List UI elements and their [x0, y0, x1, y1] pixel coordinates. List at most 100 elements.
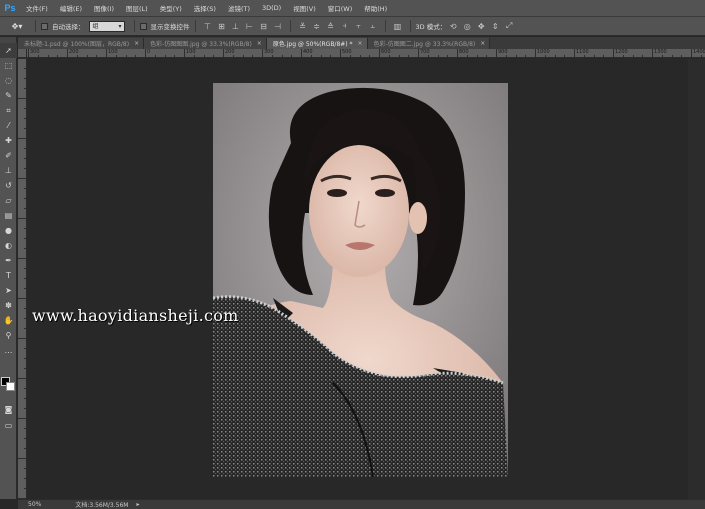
ruler-minor-tick	[427, 55, 429, 57]
doc-info[interactable]: 文档:3.56M/3.56M	[75, 500, 128, 509]
eraser-icon[interactable]: ▱	[0, 193, 17, 208]
align-top-icon[interactable]: ⊤	[201, 21, 215, 32]
close-icon[interactable]: ×	[134, 40, 139, 47]
move-icon[interactable]: ➚	[0, 43, 17, 58]
ruler-vertical[interactable]	[18, 58, 27, 499]
ruler-tick	[24, 78, 26, 79]
align-left-icon[interactable]: ⊢	[243, 21, 257, 32]
close-icon[interactable]: ×	[480, 40, 485, 47]
ruler-minor-tick	[310, 55, 312, 57]
canvas-workspace[interactable]: www.haoyidiansheji.com	[28, 59, 705, 499]
ruler-minor-tick	[486, 55, 488, 57]
menu-image[interactable]: 图像(I)	[88, 3, 120, 13]
tab-document-2[interactable]: 色彩-仿图图图.jpg @ 33.3%(RGB/8) ×	[144, 38, 267, 49]
align-bottom-icon[interactable]: ⊥	[229, 21, 243, 32]
menu-window[interactable]: 窗口(W)	[322, 3, 359, 13]
auto-select-checkbox[interactable]	[41, 22, 48, 30]
extra-tools-icon[interactable]: …	[0, 343, 17, 358]
clone-stamp-icon[interactable]: ⊥	[0, 163, 17, 178]
screen-mode-icon[interactable]: ▭	[0, 418, 17, 433]
hand-icon[interactable]: ✋	[0, 313, 17, 328]
quick-select-icon[interactable]: ✎	[0, 88, 17, 103]
distribute-bottom-icon[interactable]: ≙	[324, 21, 338, 32]
menu-help[interactable]: 帮助(H)	[358, 3, 393, 13]
ruler-tick	[18, 58, 26, 59]
distribute-vcenter-icon[interactable]: ≑	[310, 21, 324, 32]
ruler-minor-tick	[544, 55, 546, 57]
menu-edit[interactable]: 编辑(E)	[54, 3, 88, 13]
move-tool-preset-icon[interactable]: ✥▾	[4, 20, 30, 33]
ruler-tick	[24, 228, 26, 229]
align-hcenter-icon[interactable]: ⊟	[257, 21, 271, 32]
eyedropper-icon[interactable]: ⁄	[0, 118, 17, 133]
type-icon[interactable]: T	[0, 268, 17, 283]
3d-roll-icon[interactable]: ◎	[460, 21, 474, 32]
divider	[289, 20, 291, 32]
pen-icon[interactable]: ✒	[0, 253, 17, 268]
menu-3d[interactable]: 3D(D)	[256, 4, 287, 12]
ruler-tick	[24, 328, 26, 329]
ruler-horizontal[interactable]: 300 200 100 0 100 200 300 400 500 600 700 800 900 100…	[27, 49, 705, 58]
lasso-icon[interactable]: ◌	[0, 73, 17, 88]
dodge-icon[interactable]: ◐	[0, 238, 17, 253]
blur-icon[interactable]: ●	[0, 223, 17, 238]
ruler-corner[interactable]	[18, 49, 27, 58]
status-menu-arrow-icon[interactable]: ▸	[136, 501, 139, 508]
show-transform-checkbox[interactable]	[139, 22, 147, 30]
3d-scale-icon[interactable]: ⤢	[502, 21, 516, 32]
zoom-level[interactable]: 50%	[28, 501, 41, 508]
ruler-minor-tick	[583, 55, 585, 57]
divider	[35, 20, 36, 32]
menu-file[interactable]: 文件(F)	[20, 3, 54, 13]
auto-select-dropdown[interactable]: 组	[88, 20, 125, 32]
ruler-label: 1200	[615, 49, 628, 55]
ruler-minor-tick	[622, 55, 624, 57]
tab-label: 色彩-仿图图二.jpg @ 33.3%(RGB/8)	[373, 41, 476, 48]
ruler-minor-tick	[476, 55, 478, 57]
history-brush-icon[interactable]: ↺	[0, 178, 17, 193]
tab-document-1[interactable]: 未标题-1.psd @ 100%(图层，RGB/8) ×	[18, 38, 145, 49]
status-bar: 50% 文档:3.56M/3.56M ▸	[18, 499, 705, 509]
align-right-icon[interactable]: ⊣	[271, 21, 285, 32]
gradient-icon[interactable]: ▤	[0, 208, 17, 223]
brush-icon[interactable]: ✐	[0, 148, 17, 163]
quick-mask-icon[interactable]: ◙	[0, 402, 17, 417]
ruler-minor-tick	[232, 55, 234, 57]
align-vcenter-icon[interactable]: ⊞	[215, 21, 229, 32]
distribute-hcenter-icon[interactable]: ⫟	[352, 21, 366, 32]
menu-filter[interactable]: 滤镜(T)	[222, 3, 256, 13]
3d-drag-icon[interactable]: ✥	[474, 21, 488, 32]
path-select-icon[interactable]: ➤	[0, 283, 17, 298]
toolbox: ➚ ⬚ ◌ ✎ ⌗ ⁄ ✚ ✐ ⊥ ↺ ▱ ▤ ● ◐ ✒ T ➤ ✽ ✋ ⚲ …	[0, 37, 17, 499]
shape-icon[interactable]: ✽	[0, 298, 17, 313]
auto-align-icon[interactable]: ▥	[391, 21, 405, 32]
ruler-tick	[24, 368, 26, 369]
close-icon[interactable]: ×	[358, 40, 363, 47]
ruler-minor-tick	[700, 55, 702, 57]
distribute-left-icon[interactable]: ⫞	[338, 21, 352, 32]
background-color-swatch[interactable]	[6, 382, 15, 391]
tab-document-4[interactable]: 色彩-仿图图二.jpg @ 33.3%(RGB/8) ×	[367, 38, 491, 49]
ruler-minor-tick	[320, 55, 322, 57]
menu-layer[interactable]: 图层(L)	[120, 3, 154, 13]
ruler-minor-tick	[330, 55, 332, 57]
menu-type[interactable]: 类型(Y)	[154, 3, 188, 13]
menu-view[interactable]: 视图(V)	[287, 3, 322, 13]
ruler-tick	[24, 468, 26, 469]
3d-rotate-icon[interactable]: ⟲	[446, 21, 460, 32]
crop-icon[interactable]: ⌗	[0, 103, 17, 118]
tab-document-active[interactable]: 原色.jpg @ 50%(RGB/8#) * ×	[266, 38, 368, 49]
3d-slide-icon[interactable]: ⇕	[488, 21, 502, 32]
marquee-icon[interactable]: ⬚	[0, 58, 17, 73]
ruler-minor-tick	[466, 55, 468, 57]
portrait-photo[interactable]	[213, 83, 508, 477]
menu-select[interactable]: 选择(S)	[188, 3, 222, 13]
distribute-right-icon[interactable]: ⫠	[366, 21, 380, 32]
ruler-minor-tick	[57, 55, 59, 57]
ruler-minor-tick	[115, 55, 117, 57]
ruler-label: 0	[147, 49, 151, 55]
distribute-top-icon[interactable]: ≚	[296, 21, 310, 32]
healing-brush-icon[interactable]: ✚	[0, 133, 17, 148]
close-icon[interactable]: ×	[257, 40, 262, 47]
zoom-icon[interactable]: ⚲	[0, 328, 17, 343]
